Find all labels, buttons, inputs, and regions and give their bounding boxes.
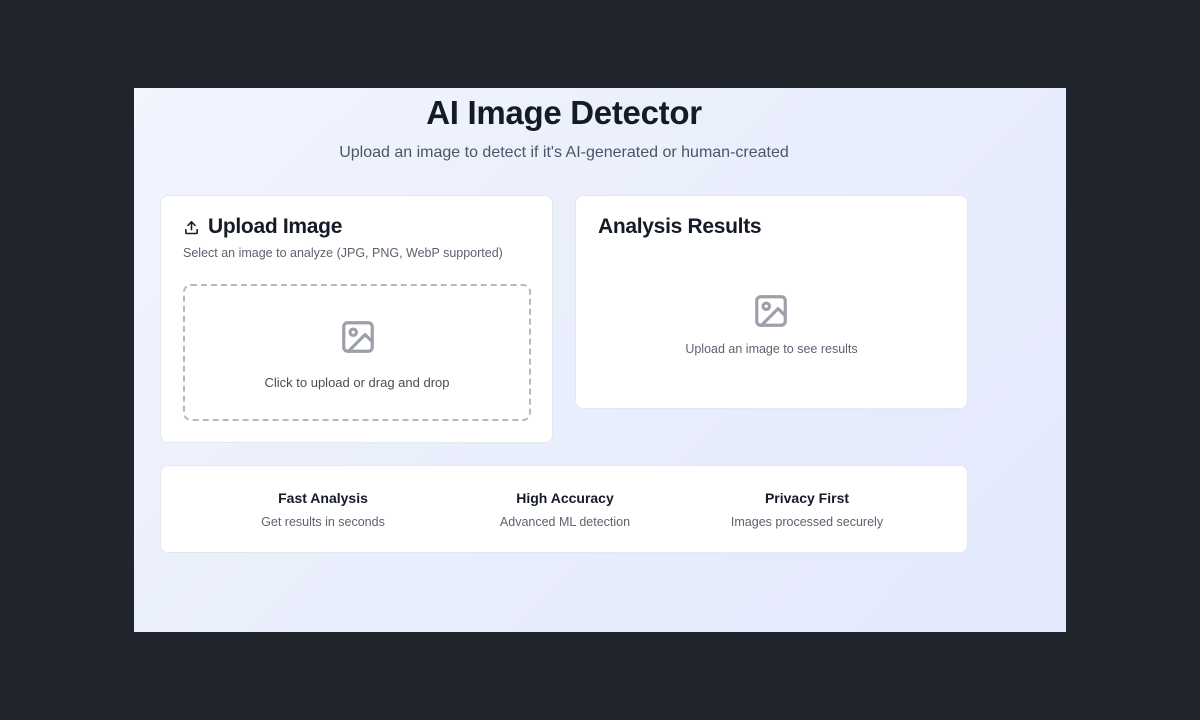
app-window: AI Image Detector Upload an image to det… (134, 88, 1066, 632)
image-icon (339, 318, 377, 361)
upload-card-header: Upload Image (183, 215, 342, 239)
dropzone-text: Click to upload or drag and drop (264, 375, 450, 390)
upload-dropzone[interactable]: Click to upload or drag and drop (183, 284, 531, 421)
results-empty-text: Upload an image to see results (685, 342, 858, 356)
page-subtitle: Upload an image to detect if it's AI-gen… (339, 144, 789, 161)
page-title: AI Image Detector (426, 94, 702, 131)
features-card: Fast Analysis Get results in seconds Hig… (160, 465, 968, 553)
upload-card-description: Select an image to analyze (JPG, PNG, We… (183, 246, 503, 260)
feature-fast-analysis: Fast Analysis Get results in seconds (223, 466, 423, 552)
feature-high-accuracy: High Accuracy Advanced ML detection (465, 466, 665, 552)
upload-icon (183, 219, 200, 236)
upload-card-title: Upload Image (208, 215, 343, 238)
feature-title: High Accuracy (516, 490, 614, 506)
feature-title: Privacy First (764, 490, 850, 506)
results-card-title: Analysis Results (598, 215, 762, 238)
feature-privacy-first: Privacy First Images processed securely (707, 466, 907, 552)
upload-card: Upload Image Select an image to analyze … (160, 195, 553, 443)
feature-title: Fast Analysis (278, 490, 368, 506)
feature-description: Images processed securely (730, 515, 884, 529)
feature-description: Advanced ML detection (499, 515, 631, 529)
feature-description: Get results in seconds (261, 515, 385, 529)
results-card: Analysis Results Upload an image to see … (575, 195, 968, 409)
image-icon (752, 292, 790, 335)
